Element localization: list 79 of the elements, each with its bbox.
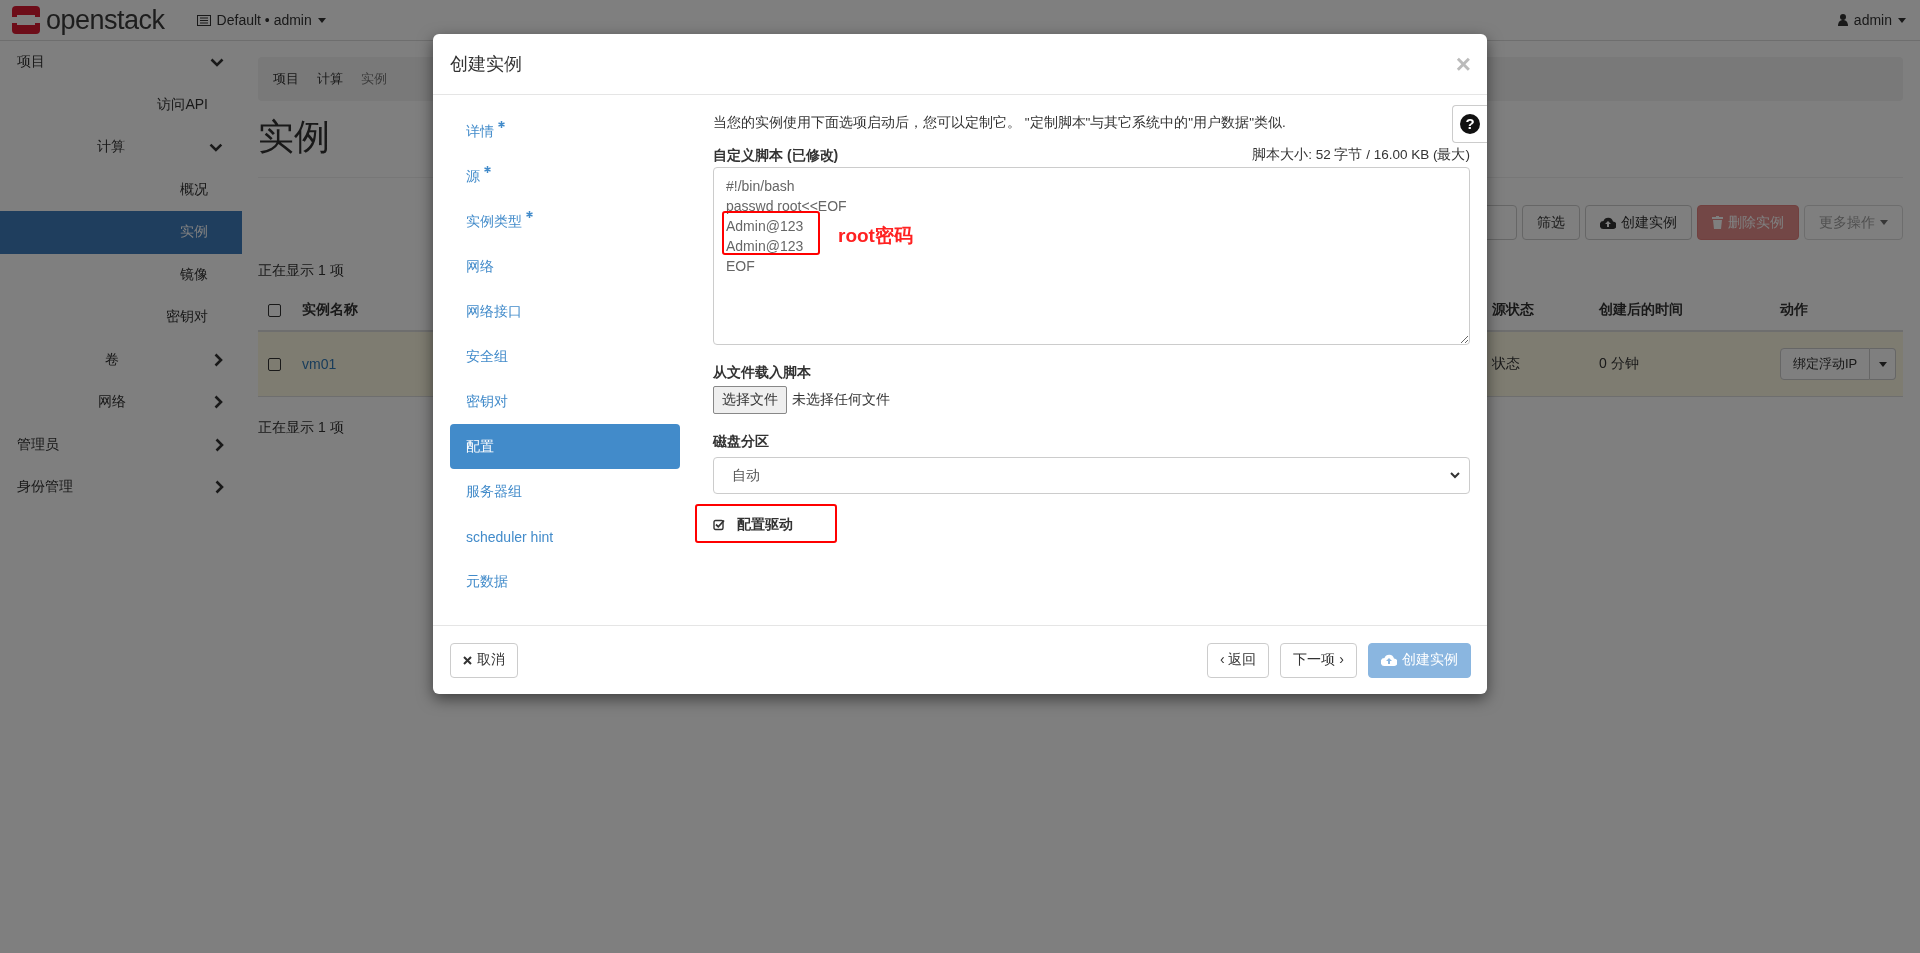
project-menu[interactable]: Default • admin <box>196 12 326 28</box>
required-icon <box>498 121 505 128</box>
file-status-text: 未选择任何文件 <box>792 391 890 409</box>
field-label: 自定义脚本 (已修改) <box>713 146 839 165</box>
cloud-upload-icon <box>1381 654 1397 666</box>
chevron-right-icon <box>214 395 223 410</box>
script-size-text: 脚本大小: 52 字节 / 16.00 KB (最大) <box>1252 146 1470 164</box>
sidebar-group[interactable]: 网络 <box>0 381 242 424</box>
disk-partition-select[interactable]: 自动 <box>713 457 1470 494</box>
sidebar-group[interactable]: 项目 <box>0 41 242 84</box>
wizard-step[interactable]: 网络 <box>450 244 680 289</box>
wizard-step[interactable]: 详情 <box>450 109 680 154</box>
help-button[interactable]: ? <box>1452 105 1487 143</box>
field-label: 从文件载入脚本 <box>713 363 812 382</box>
sidebar-item[interactable]: 访问API <box>0 83 242 126</box>
checkbox[interactable] <box>268 303 281 317</box>
column-header[interactable]: 实例名称 <box>302 301 358 319</box>
item-count: 正在显示 1 项 <box>258 419 344 437</box>
logo-icon <box>12 6 40 34</box>
close-icon <box>463 655 472 665</box>
sidebar-item[interactable]: 概况 <box>0 168 242 211</box>
logo-text[interactable]: openstack <box>46 4 165 36</box>
next-button[interactable]: 下一项 › <box>1280 642 1357 678</box>
breadcrumb-item: 实例 <box>361 70 387 88</box>
breadcrumb-item[interactable]: 计算 <box>317 70 343 88</box>
checkbox[interactable] <box>268 357 281 371</box>
wizard-step[interactable]: 实例类型 <box>450 199 680 244</box>
wizard-step[interactable]: 网络接口 <box>450 289 680 334</box>
instance-link[interactable]: vm01 <box>302 356 337 372</box>
required-icon <box>526 211 533 218</box>
column-header[interactable]: 源状态 <box>1492 301 1534 319</box>
annotation-text: root密码 <box>838 224 913 248</box>
dialog-title: 创建实例 <box>450 53 522 76</box>
caret-icon <box>1880 220 1888 225</box>
table-cell: 0 分钟 <box>1599 355 1639 373</box>
sidebar-group[interactable]: 身份管理 <box>0 466 242 509</box>
list-icon <box>196 14 211 26</box>
back-button[interactable]: ‹ 返回 <box>1206 642 1270 678</box>
wizard-step[interactable]: 密钥对 <box>450 379 680 424</box>
chevron-right-icon <box>215 480 224 495</box>
cloud-upload-icon <box>1600 216 1616 229</box>
caret-icon <box>1878 361 1887 367</box>
checkbox[interactable] <box>713 519 725 531</box>
cancel-button[interactable]: 取消 <box>450 642 518 678</box>
sidebar-group[interactable]: 计算 <box>0 126 242 169</box>
chevron-right-icon <box>215 437 224 452</box>
required-icon <box>484 166 491 173</box>
chevron-down-icon <box>209 142 223 152</box>
wizard-step[interactable]: 配置 <box>450 424 680 469</box>
action-menu-button[interactable] <box>1870 348 1897 380</box>
item-count: 正在显示 1 项 <box>258 262 344 280</box>
chevron-down-icon <box>1450 472 1460 479</box>
chevron-right-icon <box>214 352 223 367</box>
description-text: 当您的实例使用下面选项启动后，您可以定制它。 "定制脚本"与其它系统中的"用户数据"类似. <box>713 114 1286 132</box>
toolbar-button[interactable]: 创建实例 <box>1585 205 1692 240</box>
action-button[interactable]: 绑定浮动IP <box>1780 348 1871 380</box>
wizard-step[interactable]: 服务器组 <box>450 469 680 514</box>
toolbar-button[interactable]: 筛选 <box>1522 205 1580 240</box>
caret-icon <box>317 17 326 23</box>
table-cell: 状态 <box>1492 355 1520 373</box>
sidebar-item[interactable]: 实例 <box>0 211 242 254</box>
sidebar-item[interactable]: 密钥对 <box>0 296 242 339</box>
breadcrumb-item[interactable]: 项目 <box>273 70 299 88</box>
wizard-step[interactable]: scheduler hint <box>450 514 680 559</box>
user-icon <box>1837 14 1848 26</box>
field-label: 磁盘分区 <box>713 432 770 451</box>
wizard-step[interactable]: 源 <box>450 154 680 199</box>
choose-file-button[interactable]: 选择文件 <box>713 386 787 414</box>
column-header: 动作 <box>1780 301 1808 319</box>
caret-icon <box>1898 17 1906 23</box>
user-menu[interactable]: admin <box>1837 12 1906 28</box>
wizard-step[interactable]: 元数据 <box>450 559 680 604</box>
wizard-step[interactable]: 安全组 <box>450 334 680 379</box>
sidebar-group[interactable]: 卷 <box>0 338 242 381</box>
chevron-down-icon <box>210 57 224 67</box>
checkbox-label: 配置驱动 <box>737 516 793 534</box>
column-header[interactable]: 创建后的时间 <box>1599 301 1683 319</box>
sidebar-group[interactable]: 管理员 <box>0 423 242 466</box>
page-title: 实例 <box>258 115 330 159</box>
